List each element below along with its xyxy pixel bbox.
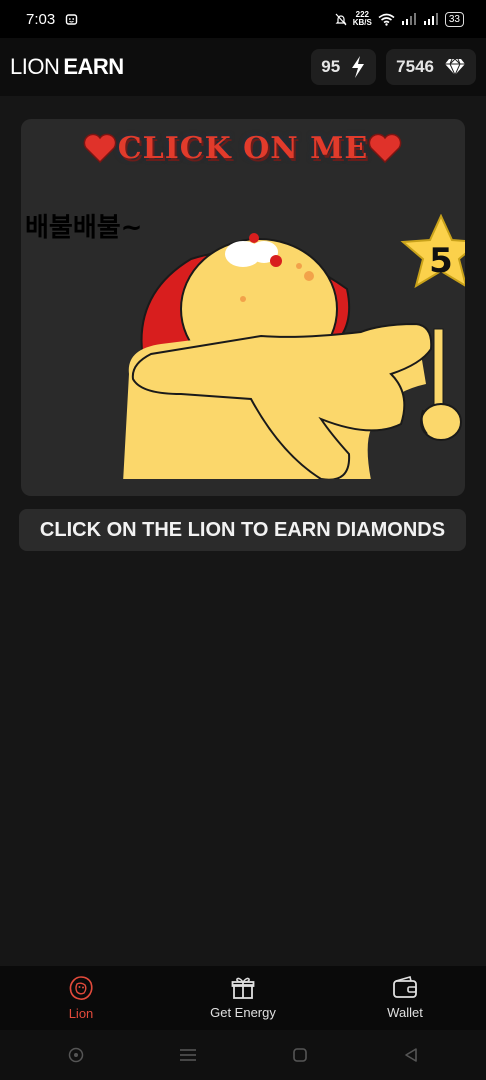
app-header: LION EARN 95 7546 xyxy=(0,38,486,96)
lightning-icon xyxy=(352,56,365,78)
signal-icon-1 xyxy=(401,13,416,25)
wifi-icon xyxy=(378,13,395,26)
nav-lion-label: Lion xyxy=(68,1006,94,1021)
earn-hint-banner: CLICK ON THE LION TO EARN DIAMONDS xyxy=(19,509,466,551)
assistant-icon[interactable] xyxy=(68,1047,84,1063)
heart-icon-right xyxy=(368,133,402,163)
star-number: 5 xyxy=(429,241,453,281)
diamond-icon xyxy=(445,58,465,76)
diamond-counter: 7546 xyxy=(386,49,476,85)
system-navigation-bar xyxy=(0,1030,486,1080)
wallet-icon xyxy=(393,976,417,998)
notification-app-icon xyxy=(66,13,78,25)
nav-wallet[interactable]: Wallet xyxy=(324,966,486,1030)
app-logo: LION EARN xyxy=(10,54,124,80)
brand-lion: LION xyxy=(10,54,60,79)
nav-get-energy-label: Get Energy xyxy=(210,1005,276,1020)
home-icon[interactable] xyxy=(292,1047,308,1063)
nav-wallet-label: Wallet xyxy=(387,1005,423,1020)
status-bar: 7:03 222 KB/S 33 xyxy=(0,0,486,38)
signal-icon-2 xyxy=(423,13,438,25)
bottom-navigation: Lion Get Energy Wallet xyxy=(0,966,486,1030)
battery-indicator: 33 xyxy=(444,11,464,27)
gift-icon xyxy=(231,977,255,999)
lion-character-sticker[interactable]: 5 xyxy=(121,214,465,479)
nav-get-energy[interactable]: Get Energy xyxy=(162,966,324,1030)
lion-icon xyxy=(69,976,93,1000)
network-speed: 222 KB/S xyxy=(352,10,372,27)
brand-earn: EARN xyxy=(63,54,124,79)
menu-icon[interactable] xyxy=(179,1048,197,1062)
mute-bell-icon xyxy=(335,13,347,25)
lion-click-card[interactable]: CLICK ON ME 배불배불~ 5 xyxy=(21,119,465,496)
energy-value: 95 xyxy=(321,57,341,76)
back-icon[interactable] xyxy=(403,1047,419,1063)
diamond-value: 7546 xyxy=(396,57,434,76)
energy-counter: 95 xyxy=(311,49,377,85)
nav-lion[interactable]: Lion xyxy=(0,966,162,1030)
header-stats: 95 7546 xyxy=(311,49,476,85)
status-time: 7:03 xyxy=(26,10,56,28)
